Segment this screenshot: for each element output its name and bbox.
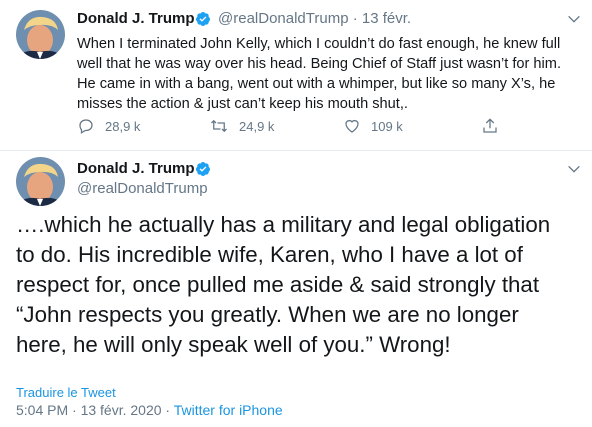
tweet-date[interactable]: 13 févr. — [362, 10, 411, 27]
retweet-button[interactable]: 24,9 k — [209, 117, 274, 135]
retweet-icon — [211, 119, 227, 133]
avatar[interactable] — [16, 157, 65, 206]
dot-separator: · — [352, 10, 358, 27]
tweet-divider — [0, 150, 592, 151]
reply-icon — [79, 119, 93, 134]
author-name[interactable]: Donald J. Trump — [77, 160, 195, 177]
like-button[interactable]: 109 k — [343, 117, 403, 135]
author-handle[interactable]: @realDonaldTrump — [77, 180, 208, 197]
translate-tweet-link[interactable]: Traduire le Tweet — [16, 385, 116, 400]
verified-badge-icon — [195, 162, 210, 176]
share-button[interactable] — [481, 117, 509, 135]
retweet-count: 24,9 k — [239, 118, 275, 134]
tweet-metadata: 5:04 PM · 13 févr. 2020 · Twitter for iP… — [16, 402, 283, 418]
like-count: 109 k — [371, 118, 403, 134]
tweet-source[interactable]: Twitter for iPhone — [174, 402, 283, 418]
tweet-timestamp[interactable]: 5:04 PM · 13 févr. 2020 · — [16, 402, 174, 418]
tweet-text: ….which he actually has a military and l… — [16, 212, 551, 357]
handle-text: @realDonaldTrump — [218, 10, 349, 27]
verified-badge-icon — [195, 12, 210, 26]
avatar[interactable] — [16, 10, 65, 59]
author-name[interactable]: Donald J. Trump — [77, 10, 195, 27]
chevron-down-icon[interactable] — [566, 11, 582, 27]
share-icon — [483, 118, 497, 133]
tweet-text: When I terminated John Kelly, which I co… — [77, 36, 561, 112]
like-icon — [345, 119, 359, 133]
reply-button[interactable]: 28,9 k — [77, 117, 140, 135]
reply-count: 28,9 k — [105, 118, 141, 134]
chevron-down-icon[interactable] — [566, 161, 582, 177]
author-handle[interactable]: @realDonaldTrump · 13 févr. — [218, 10, 411, 27]
